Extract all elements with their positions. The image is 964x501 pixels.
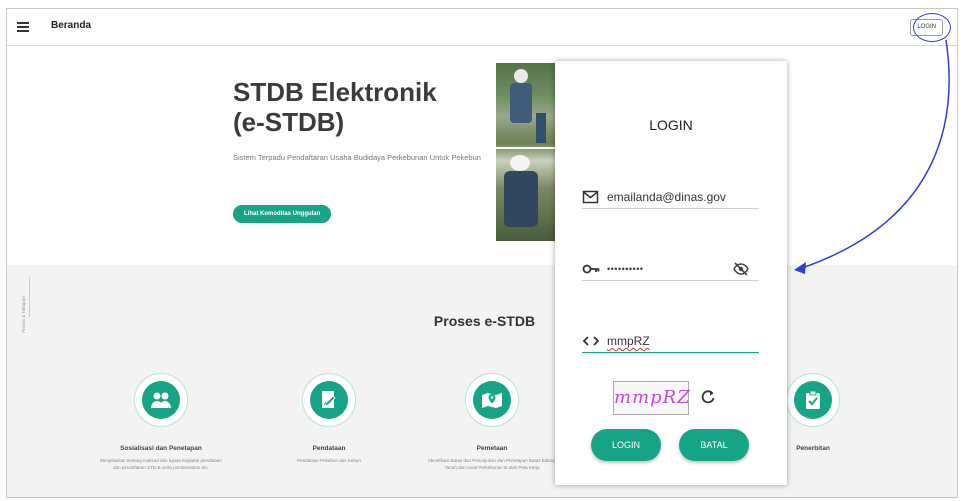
map-pin-icon <box>473 381 511 419</box>
password-value: •••••••••• <box>607 264 644 274</box>
farmers-photo <box>496 63 558 241</box>
hero-section: STDB Elektronik (e-STDB) Sistem Terpadu … <box>7 47 957 265</box>
step-description: Identifikasi Batas dan Penunjukan dan Pe… <box>428 458 556 470</box>
password-field[interactable]: •••••••••• <box>582 259 759 281</box>
step-title: Sosialisasi dan Penetapan <box>120 445 202 452</box>
captcha-input[interactable]: mmpRZ <box>582 331 759 353</box>
captcha-image: mmpRZ <box>613 381 690 415</box>
login-dialog: LOGIN emailanda@dinas.gov •••••••••• mmp… <box>555 61 787 485</box>
process-title: Proses e-STDB <box>433 313 536 329</box>
people-icon <box>142 381 180 419</box>
email-value: emailanda@dinas.gov <box>607 190 726 204</box>
login-dialog-title: LOGIN <box>649 117 693 133</box>
process-step-socialization: Sosialisasi dan Penetapan Menjelaskan te… <box>91 373 231 471</box>
step-title: Pemetaan <box>476 445 508 452</box>
process-section: Proses & Tahapan Proses e-STDB Sosialisa… <box>7 265 957 497</box>
step-description: Menjelaskan tentang maksud dan tujuan ke… <box>100 458 222 470</box>
visibility-off-icon[interactable] <box>733 262 749 276</box>
highlight-circle <box>913 13 951 42</box>
hero-subtitle: Sistem Terpadu Pendaftaran Usaha Budiday… <box>233 153 481 162</box>
key-icon <box>582 264 600 274</box>
step-title: Pendataan <box>312 445 346 452</box>
hero-title: STDB Elektronik (e-STDB) <box>233 77 437 137</box>
email-icon <box>582 190 599 204</box>
process-step-data-collection: Pendataan Pendataan Pekebun dan Kebun <box>259 373 399 464</box>
app-window: Beranda LOGIN STDB Elektronik (e-STDB) S… <box>6 8 958 498</box>
login-button[interactable]: LOGIN <box>591 429 661 461</box>
email-field[interactable]: emailanda@dinas.gov <box>582 187 759 209</box>
view-commodities-button[interactable]: Lihat Komoditas Unggulan <box>233 205 332 223</box>
edit-document-icon <box>310 381 348 419</box>
code-icon <box>582 336 600 346</box>
step-description: Pendataan Pekebun dan Kebun <box>297 458 361 463</box>
cancel-button[interactable]: BATAL <box>679 429 749 461</box>
top-app-bar: Beranda LOGIN <box>7 9 957 46</box>
refresh-icon[interactable] <box>701 389 715 405</box>
captcha-input-value: mmpRZ <box>607 334 650 348</box>
clipboard-check-icon <box>794 381 832 419</box>
hamburger-menu-icon[interactable] <box>17 22 29 32</box>
page-title: Beranda <box>51 20 92 31</box>
process-step-mapping: Pemetaan Identifikasi Batas dan Penunjuk… <box>422 373 562 471</box>
side-divider <box>29 277 30 317</box>
